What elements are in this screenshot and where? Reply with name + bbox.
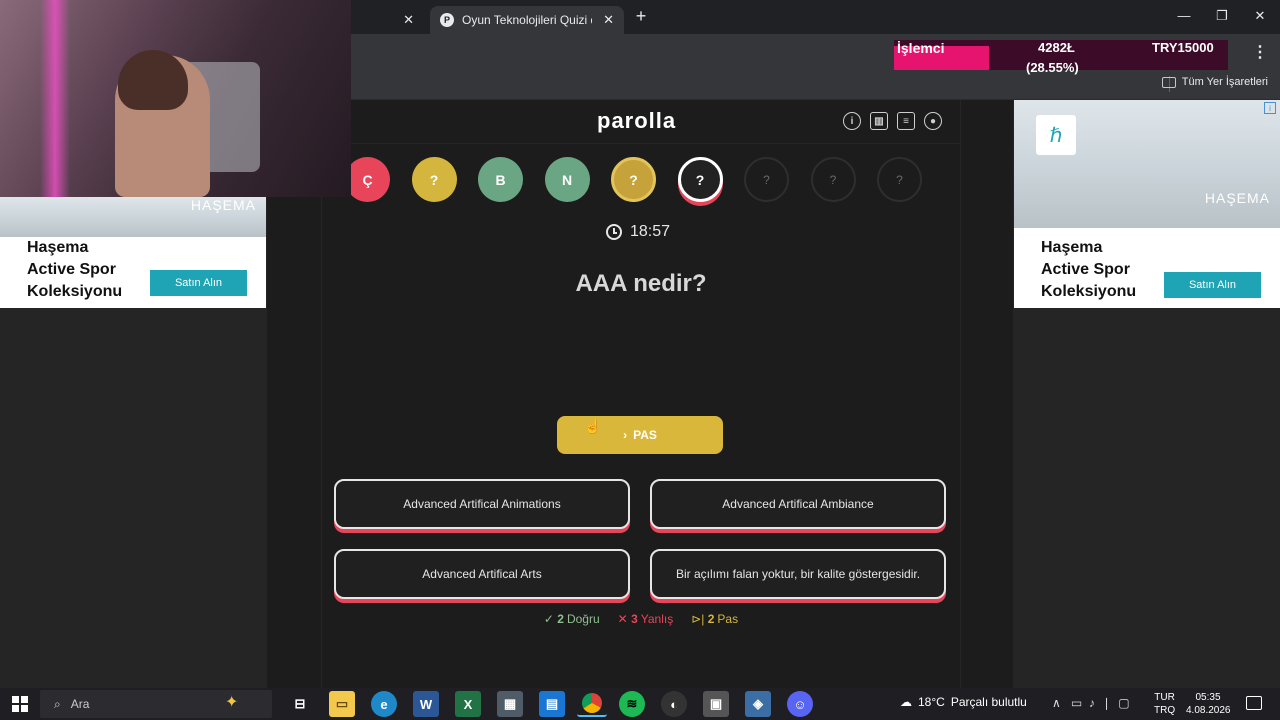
answer-option[interactable]: Advanced Artifical Arts [334,549,630,599]
letter-bubble: ? [810,157,856,202]
cpu-percent: (28.55%) [1026,60,1079,75]
site-logo[interactable]: parolla [597,108,676,134]
letter-track: Ç ? B N ? ? ? ? ? [347,157,947,207]
chrome-icon[interactable] [577,691,607,717]
wrong-stat: ✕ 3 Yanlış [617,612,674,626]
cpu-usage-overlay: İşlemci 4282Ł (28.55%) TRY15000 [894,40,1228,75]
menu-kebab-icon[interactable]: ⋮ [1252,42,1268,62]
ad-buy-button[interactable]: Satın Alın [1164,272,1261,298]
hand-cursor-icon: ☝ [584,418,602,434]
neon-light [40,0,70,197]
timer-value: 18:57 [630,223,671,240]
ad-buy-button[interactable]: Satın Alın [150,270,247,296]
info-icon[interactable]: i [843,112,861,130]
cross-icon: ✕ [617,612,628,626]
battery-icon[interactable]: ▭ [1071,696,1082,710]
windows-start-icon[interactable] [12,696,28,712]
task-view-icon[interactable]: ⊟ [287,691,313,717]
close-window-icon[interactable]: ✕ [1252,8,1268,24]
search-icon: ⌕ [54,696,61,711]
edge-icon[interactable]: e [371,691,397,717]
pass-stat: ⊳| 2 Pas [691,612,739,626]
answer-option[interactable]: Bir açılımı falan yoktur, bir kalite gös… [650,549,946,599]
letter-bubble: B [478,157,523,202]
maximize-icon[interactable]: ❐ [1214,8,1230,24]
score-stats: ✓ 2 Doğru ✕ 3 Yanlış ⊳| 2 Pas [321,612,961,626]
ad-choices-icon[interactable]: i [1264,102,1276,114]
ad-heading: Haşema Active Spor Koleksiyonu [27,239,123,300]
folder-icon [1161,76,1176,88]
weather-widget[interactable]: ☁ 18°C Parçalı bulutlu [900,695,1027,709]
file-explorer-icon[interactable]: ▭ [329,691,355,717]
chevron-up-icon[interactable]: ∧ [1052,696,1061,710]
ad-heading: Haşema Active Spor Koleksiyonu [1041,239,1137,300]
app-icon[interactable]: ▣ [703,691,729,717]
word-icon[interactable]: W [413,691,439,717]
store-icon[interactable]: ▤ [539,691,565,717]
weather-temp: 18°C [918,695,945,709]
header-divider [321,143,961,144]
all-bookmarks-label: Tüm Yer İşaretleri [1181,76,1268,88]
minimize-icon[interactable]: — [1176,8,1192,23]
timer: 18:57 [606,223,670,241]
close-tab-icon[interactable]: ✕ [603,12,614,28]
right-ad[interactable]: ℏ HAŞEMA i Haşema Active Spor Koleksiyon… [1014,100,1280,308]
question-text: AAA nedir? [575,270,707,297]
letter-bubble: N [544,157,590,202]
ad-brand-text: HAŞEMA [1204,190,1270,206]
letter-bubble: Ç [347,157,390,202]
app-icon[interactable]: ◈ [745,691,771,717]
close-tab-icon[interactable]: ✕ [403,12,414,28]
browser-tab-inactive[interactable]: ✕ [352,6,424,34]
obs-icon[interactable]: ◐ [661,691,687,717]
site-favicon-icon: P [440,13,454,27]
new-tab-icon[interactable]: + [632,7,650,25]
excel-icon[interactable]: X [455,691,481,717]
left-ad[interactable]: HAŞEMA Haşema Active Spor Koleksiyonu Sa… [0,197,266,308]
cpu-label: İşlemci [897,40,945,56]
system-tray[interactable]: ∧ ▭ ♪ ❘ ▢ [1052,696,1130,710]
clock-icon [606,224,622,240]
windows-taskbar: ⌕ Ara ✦ ⊟ ▭ e W X ▦ ▤ ≋ ◐ ▣ ◈ ☺ ☁ 18°C P… [0,688,1280,720]
all-bookmarks-button[interactable]: Tüm Yer İşaretleri [1161,76,1268,88]
user-profile-icon[interactable]: ● [924,112,942,130]
letter-bubble: ? [877,157,922,202]
calculator-icon[interactable]: ▦ [497,691,523,717]
network-icon[interactable]: ▢ [1118,696,1129,710]
letter-bubble-current: ? [677,157,723,202]
pass-button-label: PAS [633,428,657,442]
check-icon: ✓ [543,612,554,626]
header-icons: i ▥ ≡ ● [843,112,942,130]
stats-chart-icon[interactable]: ▥ [870,112,888,130]
search-placeholder: Ara [70,697,90,711]
sparkle-icon[interactable]: ✦ [225,692,238,712]
cpu-clock-value: 4282Ł [1038,40,1075,55]
ad-brand-text: HAŞEMA [190,197,256,213]
currency-value: TRY15000 [1152,40,1214,55]
answer-option[interactable]: Advanced Artifical Animations [334,479,630,529]
discord-icon[interactable]: ☺ [787,691,813,717]
chevron-right-icon: › [623,428,628,442]
webcam-overlay [0,0,351,197]
letter-bubble: ? [411,157,457,202]
answer-option[interactable]: Advanced Artifical Ambiance [650,479,946,529]
tab-title: Oyun Teknolojileri Quizi qu [462,13,592,27]
mic-icon[interactable]: ❘ [1102,696,1112,710]
feedback-icon[interactable]: ≡ [897,112,915,130]
letter-bubble: ? [611,157,656,202]
letter-bubble: ? [744,157,789,202]
taskbar-clock[interactable]: 05:35 4.08.2026 [1186,691,1231,717]
browser-tab-active[interactable]: P Oyun Teknolojileri Quizi qu ✕ [430,6,624,34]
volume-icon[interactable]: ♪ [1089,696,1095,710]
correct-stat: ✓ 2 Doğru [543,612,600,626]
input-language[interactable]: TUR TRQ [1154,691,1175,717]
weather-text: Parçalı bulutlu [950,695,1027,709]
brand-logo-icon: ℏ [1036,115,1076,155]
notification-icon[interactable] [1246,696,1262,710]
spotify-icon[interactable]: ≋ [619,691,645,717]
weather-cloud-icon: ☁ [900,695,912,709]
skip-icon: ⊳| [691,612,705,626]
pass-button[interactable]: › PAS [557,416,723,454]
